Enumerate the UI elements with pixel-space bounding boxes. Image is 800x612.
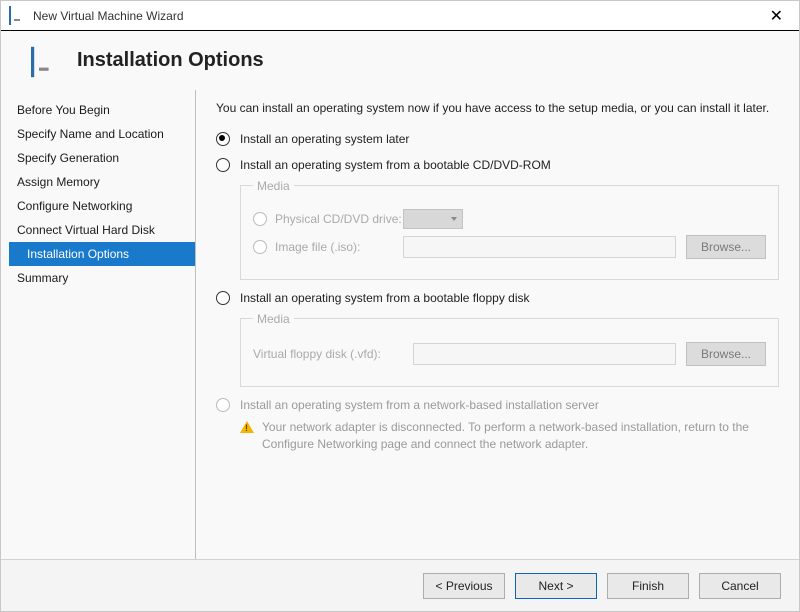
media-floppy-group: Media Virtual floppy disk (.vfd): Browse… <box>240 312 779 387</box>
step-specify-generation[interactable]: Specify Generation <box>9 146 195 170</box>
cancel-button[interactable]: Cancel <box>699 573 781 599</box>
media-legend-floppy: Media <box>253 312 294 326</box>
option-cddvd[interactable]: Install an operating system from a boota… <box>216 157 779 173</box>
header-icon <box>31 52 47 70</box>
option-network-label: Install an operating system from a netwo… <box>240 397 599 413</box>
window-title: New Virtual Machine Wizard <box>33 9 762 23</box>
vfd-path-input <box>413 343 676 365</box>
vfd-label: Virtual floppy disk (.vfd): <box>253 347 413 361</box>
media-cddvd-group: Media Physical CD/DVD drive: Image file … <box>240 179 779 280</box>
radio-install-later[interactable] <box>216 132 230 146</box>
previous-button[interactable]: < Previous <box>423 573 505 599</box>
content-pane: You can install an operating system now … <box>196 90 779 559</box>
step-summary[interactable]: Summary <box>9 266 195 290</box>
intro-text: You can install an operating system now … <box>216 100 779 117</box>
app-icon <box>9 7 25 25</box>
step-connect-vhd[interactable]: Connect Virtual Hard Disk <box>9 218 195 242</box>
step-installation-options[interactable]: Installation Options <box>9 242 195 266</box>
image-file-label: Image file (.iso): <box>275 240 360 254</box>
step-specify-name[interactable]: Specify Name and Location <box>9 122 195 146</box>
radio-floppy[interactable] <box>216 291 230 305</box>
physical-drive-row: Physical CD/DVD drive: <box>253 211 403 226</box>
radio-cddvd[interactable] <box>216 158 230 172</box>
option-network: Install an operating system from a netwo… <box>216 397 779 413</box>
option-floppy-label: Install an operating system from a boota… <box>240 290 530 306</box>
option-install-later-label: Install an operating system later <box>240 131 409 147</box>
physical-drive-label: Physical CD/DVD drive: <box>275 212 402 226</box>
option-cddvd-label: Install an operating system from a boota… <box>240 157 551 173</box>
radio-network <box>216 398 230 412</box>
radio-image-file <box>253 240 267 254</box>
browse-vfd-button: Browse... <box>686 342 766 366</box>
browse-iso-button: Browse... <box>686 235 766 259</box>
step-configure-networking[interactable]: Configure Networking <box>9 194 195 218</box>
wizard-body: Before You Begin Specify Name and Locati… <box>1 90 799 559</box>
close-icon[interactable]: ✕ <box>762 6 791 26</box>
page-title: Installation Options <box>77 49 264 72</box>
iso-path-input <box>403 236 676 258</box>
network-warning-text: Your network adapter is disconnected. To… <box>262 419 779 453</box>
option-install-later[interactable]: Install an operating system later <box>216 131 779 147</box>
finish-button[interactable]: Finish <box>607 573 689 599</box>
radio-physical-drive <box>253 212 267 226</box>
warning-icon <box>240 421 254 433</box>
titlebar: New Virtual Machine Wizard ✕ <box>1 1 799 31</box>
step-before-you-begin[interactable]: Before You Begin <box>9 98 195 122</box>
next-button[interactable]: Next > <box>515 573 597 599</box>
network-warning-row: Your network adapter is disconnected. To… <box>240 419 779 453</box>
steps-sidebar: Before You Begin Specify Name and Locati… <box>1 90 196 559</box>
page-header: Installation Options <box>1 31 799 90</box>
media-legend: Media <box>253 179 294 193</box>
wizard-window: New Virtual Machine Wizard ✕ Installatio… <box>0 0 800 612</box>
physical-drive-dropdown <box>403 209 463 229</box>
wizard-footer: < Previous Next > Finish Cancel <box>1 559 799 611</box>
step-assign-memory[interactable]: Assign Memory <box>9 170 195 194</box>
image-file-row: Image file (.iso): <box>253 239 403 254</box>
option-floppy[interactable]: Install an operating system from a boota… <box>216 290 779 306</box>
